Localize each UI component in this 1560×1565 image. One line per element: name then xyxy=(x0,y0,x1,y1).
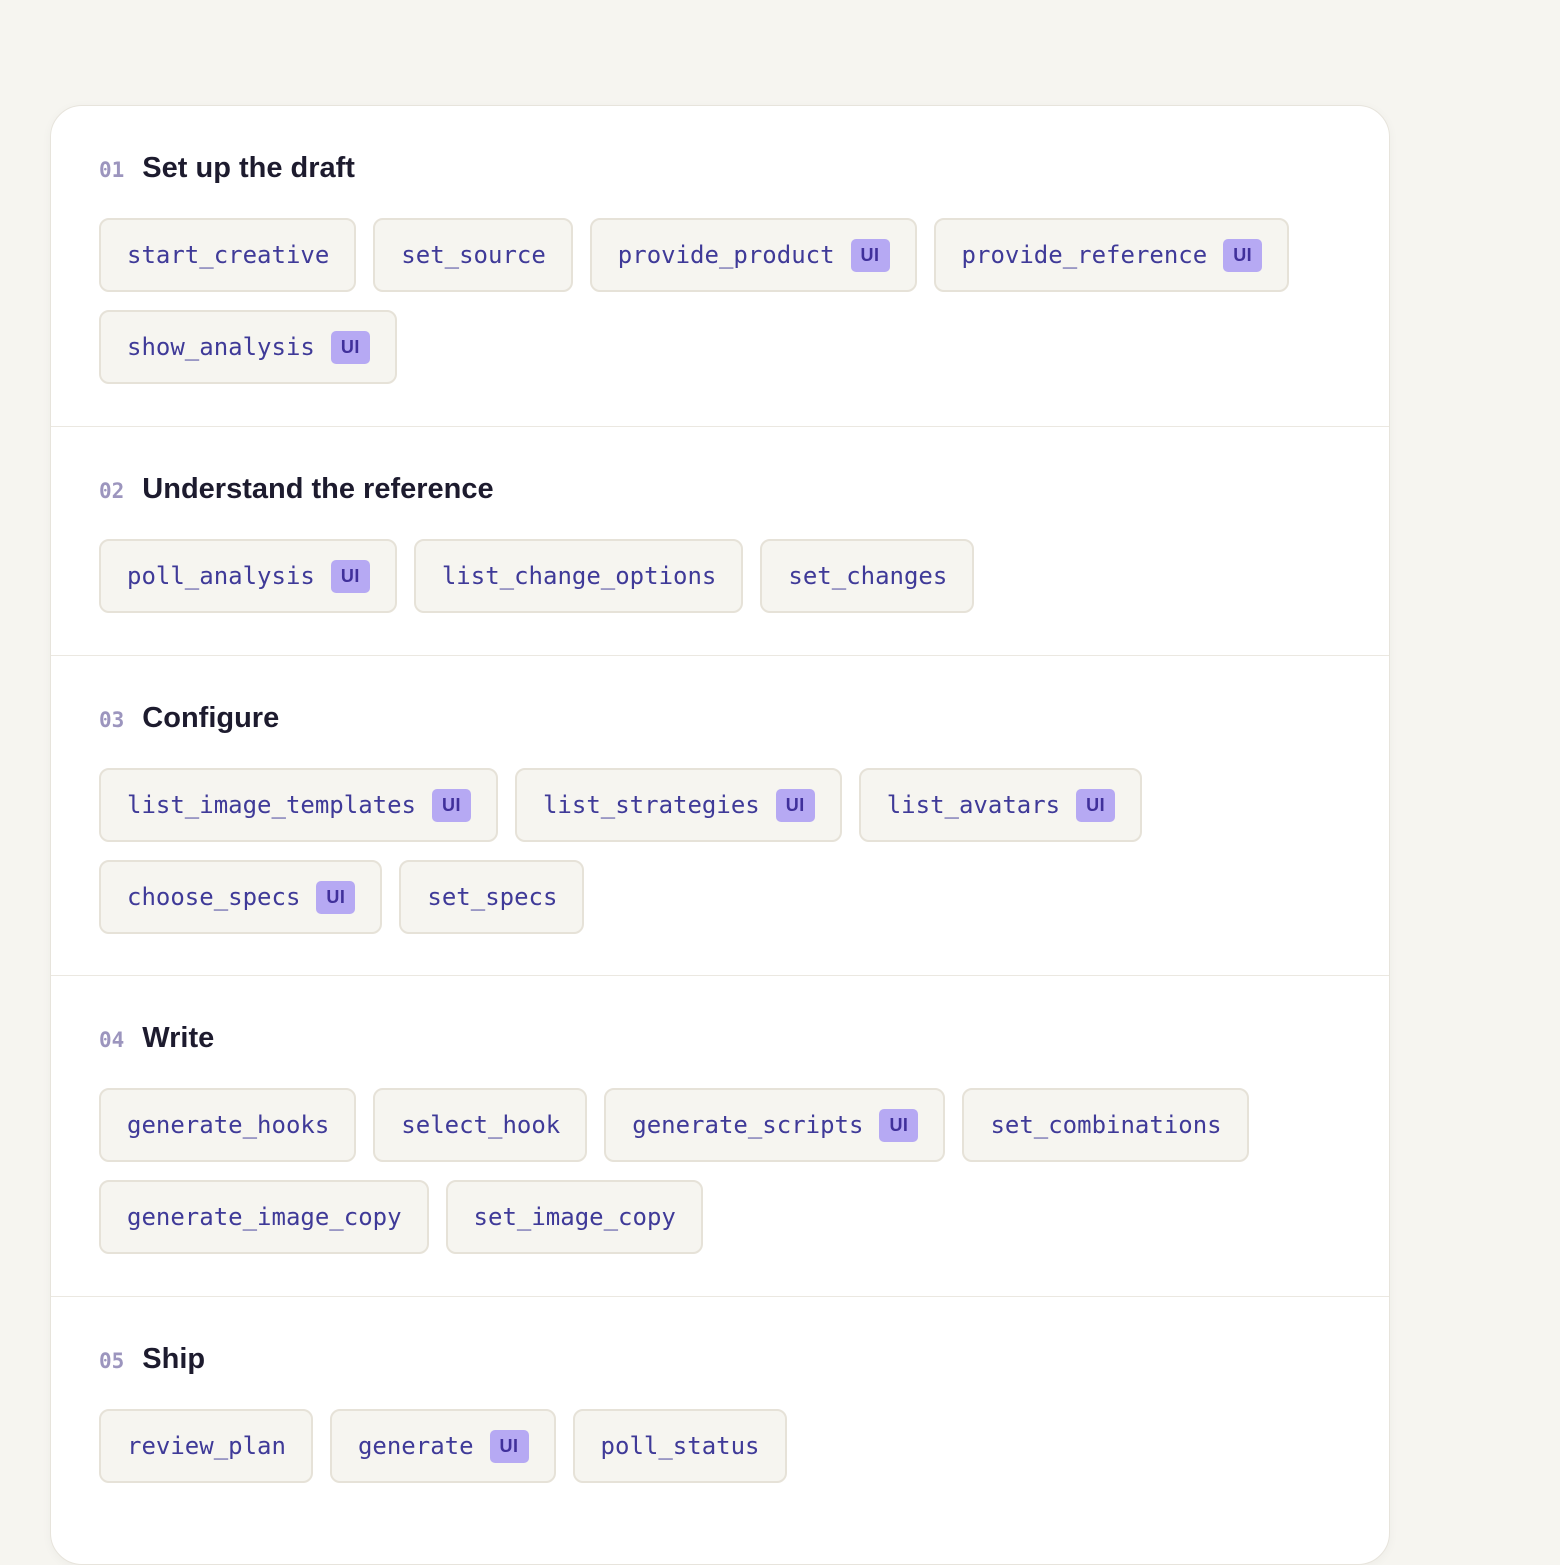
ui-badge: UI xyxy=(316,880,356,914)
tool-chip-review-plan[interactable]: review_plan xyxy=(99,1409,313,1483)
tool-name: select_hook xyxy=(401,1111,561,1139)
section-title: Ship xyxy=(142,1343,206,1375)
tool-name: list_image_templates xyxy=(127,791,416,819)
tool-name: poll_status xyxy=(600,1432,760,1460)
section-heading: 02 Understand the reference xyxy=(99,473,494,506)
tool-name: start_creative xyxy=(127,241,330,269)
tool-chip-list: generate_hooks select_hook generate_scri… xyxy=(99,1088,1339,1254)
tool-name: set_specs xyxy=(427,883,558,911)
tool-chip-poll-analysis[interactable]: poll_analysis UI xyxy=(99,539,397,613)
tool-chip-start-creative[interactable]: start_creative xyxy=(99,218,357,292)
tool-chip-generate[interactable]: generate UI xyxy=(329,1409,556,1483)
tool-name: list_avatars xyxy=(886,791,1061,819)
ui-badge: UI xyxy=(330,330,370,364)
section-write: 04 Write generate_hooks select_hook gene… xyxy=(51,975,1389,1296)
section-heading: 03 Configure xyxy=(99,702,279,735)
tool-chip-set-specs[interactable]: set_specs xyxy=(399,860,585,934)
tool-chip-list: review_plan generate UI poll_status xyxy=(99,1409,1339,1483)
ui-badge: UI xyxy=(879,1108,919,1142)
tool-chip-set-combinations[interactable]: set_combinations xyxy=(962,1088,1249,1162)
section-title: Understand the reference xyxy=(142,473,494,505)
tool-name: review_plan xyxy=(127,1432,286,1460)
tool-chip-list: poll_analysis UI list_change_options set… xyxy=(99,539,1339,613)
tool-name: provide_product xyxy=(617,241,835,269)
ui-badge: UI xyxy=(330,559,370,593)
tool-chip-set-image-copy[interactable]: set_image_copy xyxy=(445,1180,703,1254)
section-number: 04 xyxy=(99,1028,125,1052)
section-number: 03 xyxy=(99,708,125,732)
tool-chip-provide-reference[interactable]: provide_reference UI xyxy=(933,218,1290,292)
section-heading: 04 Write xyxy=(99,1022,214,1055)
tool-chip-generate-scripts[interactable]: generate_scripts UI xyxy=(604,1088,946,1162)
tool-chip-list-change-options[interactable]: list_change_options xyxy=(413,539,744,613)
tool-name: provide_reference xyxy=(961,241,1208,269)
section-title: Write xyxy=(142,1022,215,1054)
tool-name: choose_specs xyxy=(127,883,301,911)
tool-name: generate_hooks xyxy=(127,1111,330,1139)
tool-chip-set-changes[interactable]: set_changes xyxy=(760,539,975,613)
section-heading: 01 Set up the draft xyxy=(99,152,355,185)
ui-badge: UI xyxy=(1223,238,1263,272)
section-heading: 05 Ship xyxy=(99,1343,205,1376)
ui-badge: UI xyxy=(850,238,890,272)
section-title: Configure xyxy=(142,702,280,734)
tool-chip-list: list_image_templates UI list_strategies … xyxy=(99,768,1339,934)
tool-chip-generate-image-copy[interactable]: generate_image_copy xyxy=(99,1180,429,1254)
section-number: 05 xyxy=(99,1349,125,1373)
section-understand-the-reference: 02 Understand the reference poll_analysi… xyxy=(51,426,1389,655)
tool-name: generate_scripts xyxy=(632,1111,864,1139)
tool-chip-set-source[interactable]: set_source xyxy=(373,218,573,292)
section-number: 01 xyxy=(99,158,125,182)
tool-name: set_combinations xyxy=(990,1111,1222,1139)
tool-chip-generate-hooks[interactable]: generate_hooks xyxy=(99,1088,357,1162)
tool-chip-list-image-templates[interactable]: list_image_templates UI xyxy=(99,768,498,842)
tool-chip-list: start_creative set_source provide_produc… xyxy=(99,218,1339,384)
ui-badge: UI xyxy=(775,788,815,822)
section-number: 02 xyxy=(99,479,125,503)
ui-badge: UI xyxy=(489,1429,529,1463)
tool-chip-choose-specs[interactable]: choose_specs UI xyxy=(99,860,383,934)
section-set-up-the-draft: 01 Set up the draft start_creative set_s… xyxy=(51,106,1389,426)
tool-name: list_strategies xyxy=(542,791,760,819)
workflow-card: 01 Set up the draft start_creative set_s… xyxy=(50,105,1390,1565)
tool-name: generate_image_copy xyxy=(127,1203,402,1231)
tool-chip-provide-product[interactable]: provide_product UI xyxy=(589,218,917,292)
tool-name: generate xyxy=(357,1432,474,1460)
ui-badge: UI xyxy=(1076,788,1116,822)
tool-name: list_change_options xyxy=(441,562,717,590)
tool-chip-poll-status[interactable]: poll_status xyxy=(572,1409,787,1483)
tool-chip-show-analysis[interactable]: show_analysis UI xyxy=(99,310,397,384)
tool-chip-select-hook[interactable]: select_hook xyxy=(373,1088,588,1162)
section-title: Set up the draft xyxy=(142,152,355,184)
tool-chip-list-strategies[interactable]: list_strategies UI xyxy=(514,768,842,842)
tool-name: show_analysis xyxy=(127,333,315,361)
section-configure: 03 Configure list_image_templates UI lis… xyxy=(51,655,1389,975)
section-ship: 05 Ship review_plan generate UI poll_sta… xyxy=(51,1296,1389,1564)
tool-chip-list-avatars[interactable]: list_avatars UI xyxy=(858,768,1143,842)
tool-name: set_changes xyxy=(788,562,948,590)
tool-name: poll_analysis xyxy=(127,562,315,590)
tool-name: set_image_copy xyxy=(473,1203,676,1231)
tool-name: set_source xyxy=(401,241,546,269)
ui-badge: UI xyxy=(431,788,471,822)
